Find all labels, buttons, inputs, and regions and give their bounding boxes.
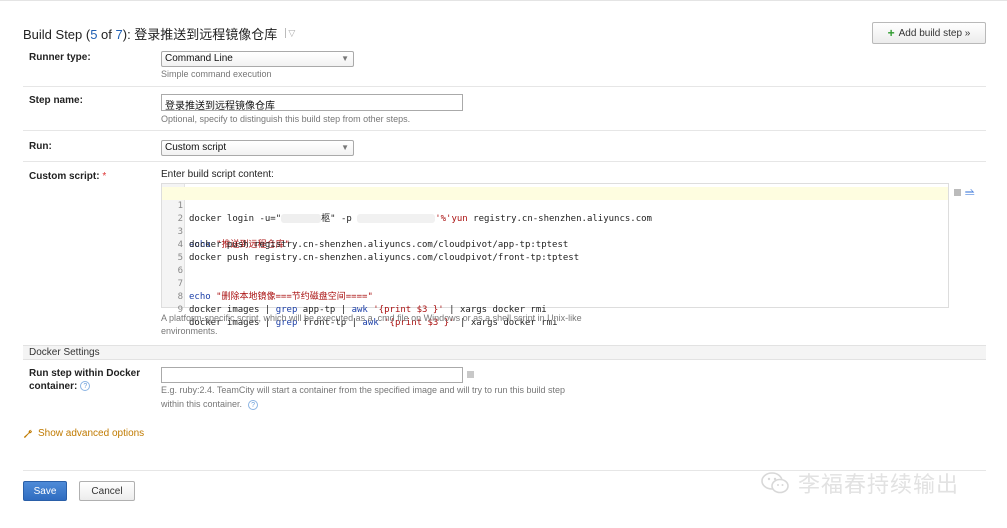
docker-container-label: Run step within Docker container:? — [29, 368, 141, 392]
add-build-step-label: Add build step » — [898, 27, 971, 39]
code-line-7: 7 echo "删除本地镜像===节约磁盘空间====" — [177, 279, 373, 302]
page-header: Build Step (5 of 7): 登录推送到远程镜像仓库 ▽ — [23, 24, 295, 42]
page-title: Build Step (5 of 7): 登录推送到远程镜像仓库 — [23, 26, 278, 42]
custom-script-note-1: A platform-specific script, which will b… — [161, 313, 582, 323]
custom-script-note-2: environments. — [161, 326, 218, 336]
top-border — [0, 0, 1007, 4]
runner-type-select[interactable]: Command Line ▼ — [161, 51, 354, 67]
wrap-lines-icon[interactable]: ⥬ — [965, 185, 975, 200]
help-icon[interactable]: ? — [80, 381, 91, 392]
code-line-5: 5 docker push registry.cn-shenzhen.aliyun… — [177, 253, 580, 263]
code-line-2: 2 — [177, 214, 183, 224]
run-value: Custom script — [165, 142, 227, 153]
wrench-icon — [24, 429, 33, 438]
add-build-step-button[interactable]: + Add build step » — [872, 22, 986, 44]
help-icon[interactable]: ? — [248, 399, 259, 410]
runner-type-note: Simple command execution — [161, 69, 272, 79]
watermark: 李福春持续输出 — [760, 466, 959, 500]
plus-icon: + — [887, 26, 895, 40]
divider — [23, 86, 986, 87]
run-label: Run: — [29, 141, 52, 152]
runner-type-label: Runner type: — [29, 52, 91, 63]
show-advanced-options-link[interactable]: Show advanced options — [23, 428, 144, 439]
expand-editor-icon[interactable] — [954, 189, 961, 196]
docker-settings-header: Docker Settings — [23, 345, 986, 360]
run-select[interactable]: Custom script ▼ — [161, 140, 354, 156]
code-line-1: 1 docker login -u=" 柩" -p '%'yun registry… — [162, 187, 948, 224]
chevron-down-icon: ▼ — [341, 54, 349, 63]
code-line-8: 8 docker images | grep app-tp | awk '{pr… — [177, 292, 547, 315]
custom-script-label: Custom script: * — [29, 171, 107, 182]
docker-note-2: within this container.? — [161, 398, 259, 411]
required-marker: * — [102, 171, 107, 182]
wechat-logo-icon — [761, 472, 789, 494]
step-name-label: Step name: — [29, 95, 83, 106]
chevron-down-icon: ▼ — [341, 143, 349, 152]
divider — [23, 161, 986, 162]
docker-image-input[interactable] — [161, 367, 463, 383]
cancel-button[interactable]: Cancel — [79, 481, 135, 501]
script-editor[interactable]: 1 docker login -u=" 柩" -p '%'yun registry… — [161, 183, 949, 328]
chevron-down-icon: ▽ — [288, 27, 296, 38]
runner-type-value: Command Line — [165, 53, 233, 64]
divider — [23, 130, 986, 131]
save-button[interactable]: Save — [23, 481, 67, 501]
code-line-6: 6 — [177, 266, 183, 276]
total-steps-link[interactable]: 7 — [116, 27, 123, 42]
step-switcher-dropdown[interactable]: ▽ — [285, 28, 295, 39]
step-name-note: Optional, specify to distinguish this bu… — [161, 114, 411, 124]
editor-label: Enter build script content: — [161, 169, 274, 180]
code-line-9: 9 docker images | grep front-tp | awk '{… — [177, 305, 558, 328]
code-line-3: 3 echo "推送到远程仓库" — [177, 227, 290, 250]
docker-note-1: E.g. ruby:2.4. TeamCity will start a con… — [161, 385, 566, 395]
code-line-4: 4 docker push registry.cn-shenzhen.aliyun… — [177, 240, 569, 250]
watermark-text: 李福春持续输出 — [798, 472, 960, 497]
step-name-input[interactable]: 登录推送到远程镜像仓库 — [161, 94, 463, 112]
docker-image-picker-icon[interactable] — [467, 371, 474, 378]
editor-tools: ⥬ — [954, 185, 975, 200]
show-advanced-options-label: Show advanced options — [38, 428, 145, 439]
